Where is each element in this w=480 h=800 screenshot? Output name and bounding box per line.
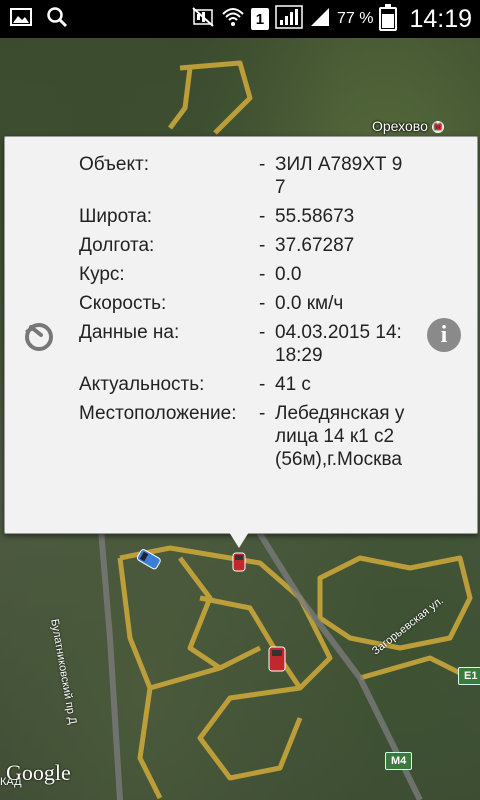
mute-icon <box>191 6 215 33</box>
vehicle-marker-red[interactable] <box>232 552 246 577</box>
info-row-dash: - <box>259 322 266 343</box>
road-badge-e: E1 <box>458 667 480 685</box>
info-row-label: Скорость: <box>79 293 167 314</box>
popup-pointer <box>229 532 249 548</box>
info-row-value: 04.03.2015 14:18:29 <box>275 322 402 366</box>
info-row-dash: - <box>259 374 266 395</box>
info-icon[interactable]: i <box>427 318 461 352</box>
signal-strength-icon <box>309 6 331 33</box>
info-row-value: 41 с <box>275 374 311 395</box>
image-icon <box>10 7 32 31</box>
info-row-value: 0.0 <box>275 264 302 285</box>
info-row-label: Широта: <box>79 206 153 227</box>
road-badge-m4: М4 <box>385 752 413 770</box>
info-row-dash: - <box>259 206 266 227</box>
info-row-value: 0.0 км/ч <box>275 293 344 314</box>
info-row-label: Данные на: <box>79 322 180 343</box>
info-row: Объект: - ЗИЛ А789ХТ 97 <box>79 153 419 199</box>
info-row-dash: - <box>259 293 266 314</box>
info-row: Скорость: -0.0 км/ч <box>79 292 419 315</box>
vehicle-info-popup: Объект: - ЗИЛ А789ХТ 97 Широта: -55.58673 Дол… <box>4 136 478 534</box>
info-row: Местоположение: - Лебедянская улица 14 к1 … <box>79 402 419 471</box>
info-row-label: Долгота: <box>79 235 155 256</box>
info-row-dash: - <box>259 154 266 175</box>
clock: 14:19 <box>409 4 472 33</box>
sim-icon: 1 <box>250 8 269 30</box>
vehicle-marker-red-2[interactable] <box>268 646 286 677</box>
signal-icon <box>275 4 303 34</box>
info-row: Широта: -55.58673 <box>79 205 419 228</box>
info-row-value: Лебедянская улица 14 к1 с2 (56м),г.Москв… <box>275 403 405 470</box>
battery-label: 77 % <box>336 10 374 27</box>
info-row-value: 37.67287 <box>275 235 355 256</box>
history-icon[interactable] <box>21 317 57 353</box>
battery-fill <box>382 14 395 28</box>
metro-icon: M <box>431 121 444 134</box>
info-row: Курс: -0.0 <box>79 263 419 286</box>
wifi-icon <box>221 6 245 33</box>
info-row-dash: - <box>259 403 266 424</box>
info-row-dash: - <box>259 235 266 256</box>
info-row-value: 55.58673 <box>275 206 355 227</box>
info-row-label: Курс: <box>79 264 125 285</box>
info-row: Долгота: -37.67287 <box>79 234 419 257</box>
info-row-label: Актуальность: <box>79 374 205 395</box>
info-row-label: Местоположение: <box>79 403 237 424</box>
info-row-value: ЗИЛ А789ХТ 97 <box>275 154 403 198</box>
battery-icon <box>379 4 398 31</box>
info-rows: Объект: - ЗИЛ А789ХТ 97 Широта: -55.58673 Дол… <box>79 153 419 477</box>
status-bar: 1 77 % 14:19 <box>0 0 480 38</box>
search-icon <box>46 6 68 33</box>
map-label-orekhovo: Орехово M <box>372 118 444 134</box>
info-row-dash: - <box>259 264 266 285</box>
google-logo: Google <box>6 760 71 785</box>
info-row-label: Объект: <box>79 154 149 175</box>
info-row: Данные на: -04.03.2015 14:18:29 <box>79 321 419 367</box>
orekhovo-label: Орехово <box>372 118 428 134</box>
info-row: Актуальность: -41 с <box>79 373 419 396</box>
